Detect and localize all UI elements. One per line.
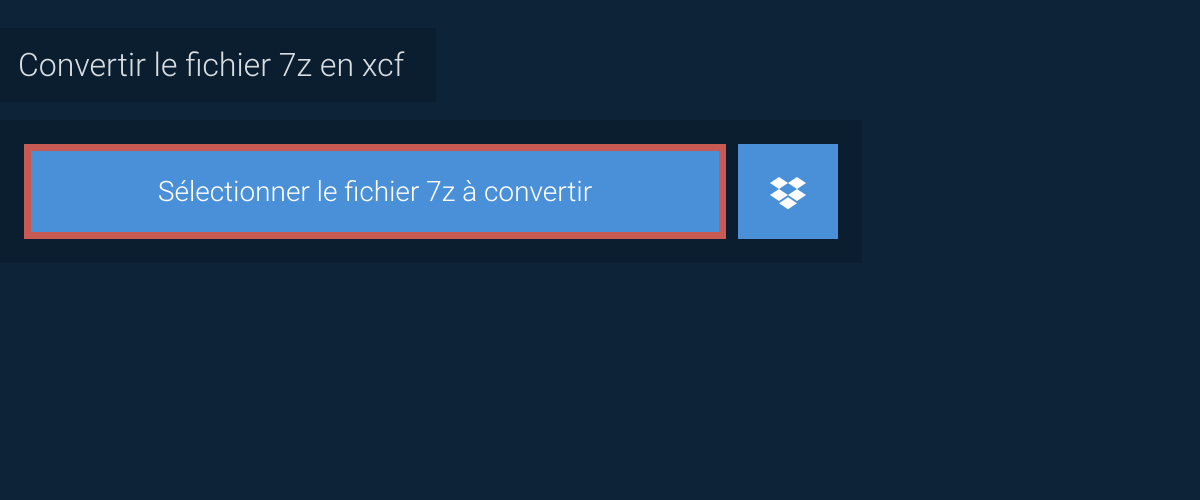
select-file-button-label: Sélectionner le fichier 7z à convertir bbox=[158, 175, 592, 208]
dropbox-button[interactable] bbox=[738, 144, 838, 239]
page-title: Convertir le fichier 7z en xcf bbox=[18, 46, 404, 84]
dropbox-icon bbox=[770, 174, 806, 210]
header-tab: Convertir le fichier 7z en xcf bbox=[0, 28, 436, 102]
select-file-button[interactable]: Sélectionner le fichier 7z à convertir bbox=[24, 144, 726, 239]
upload-panel: Sélectionner le fichier 7z à convertir bbox=[0, 120, 862, 263]
